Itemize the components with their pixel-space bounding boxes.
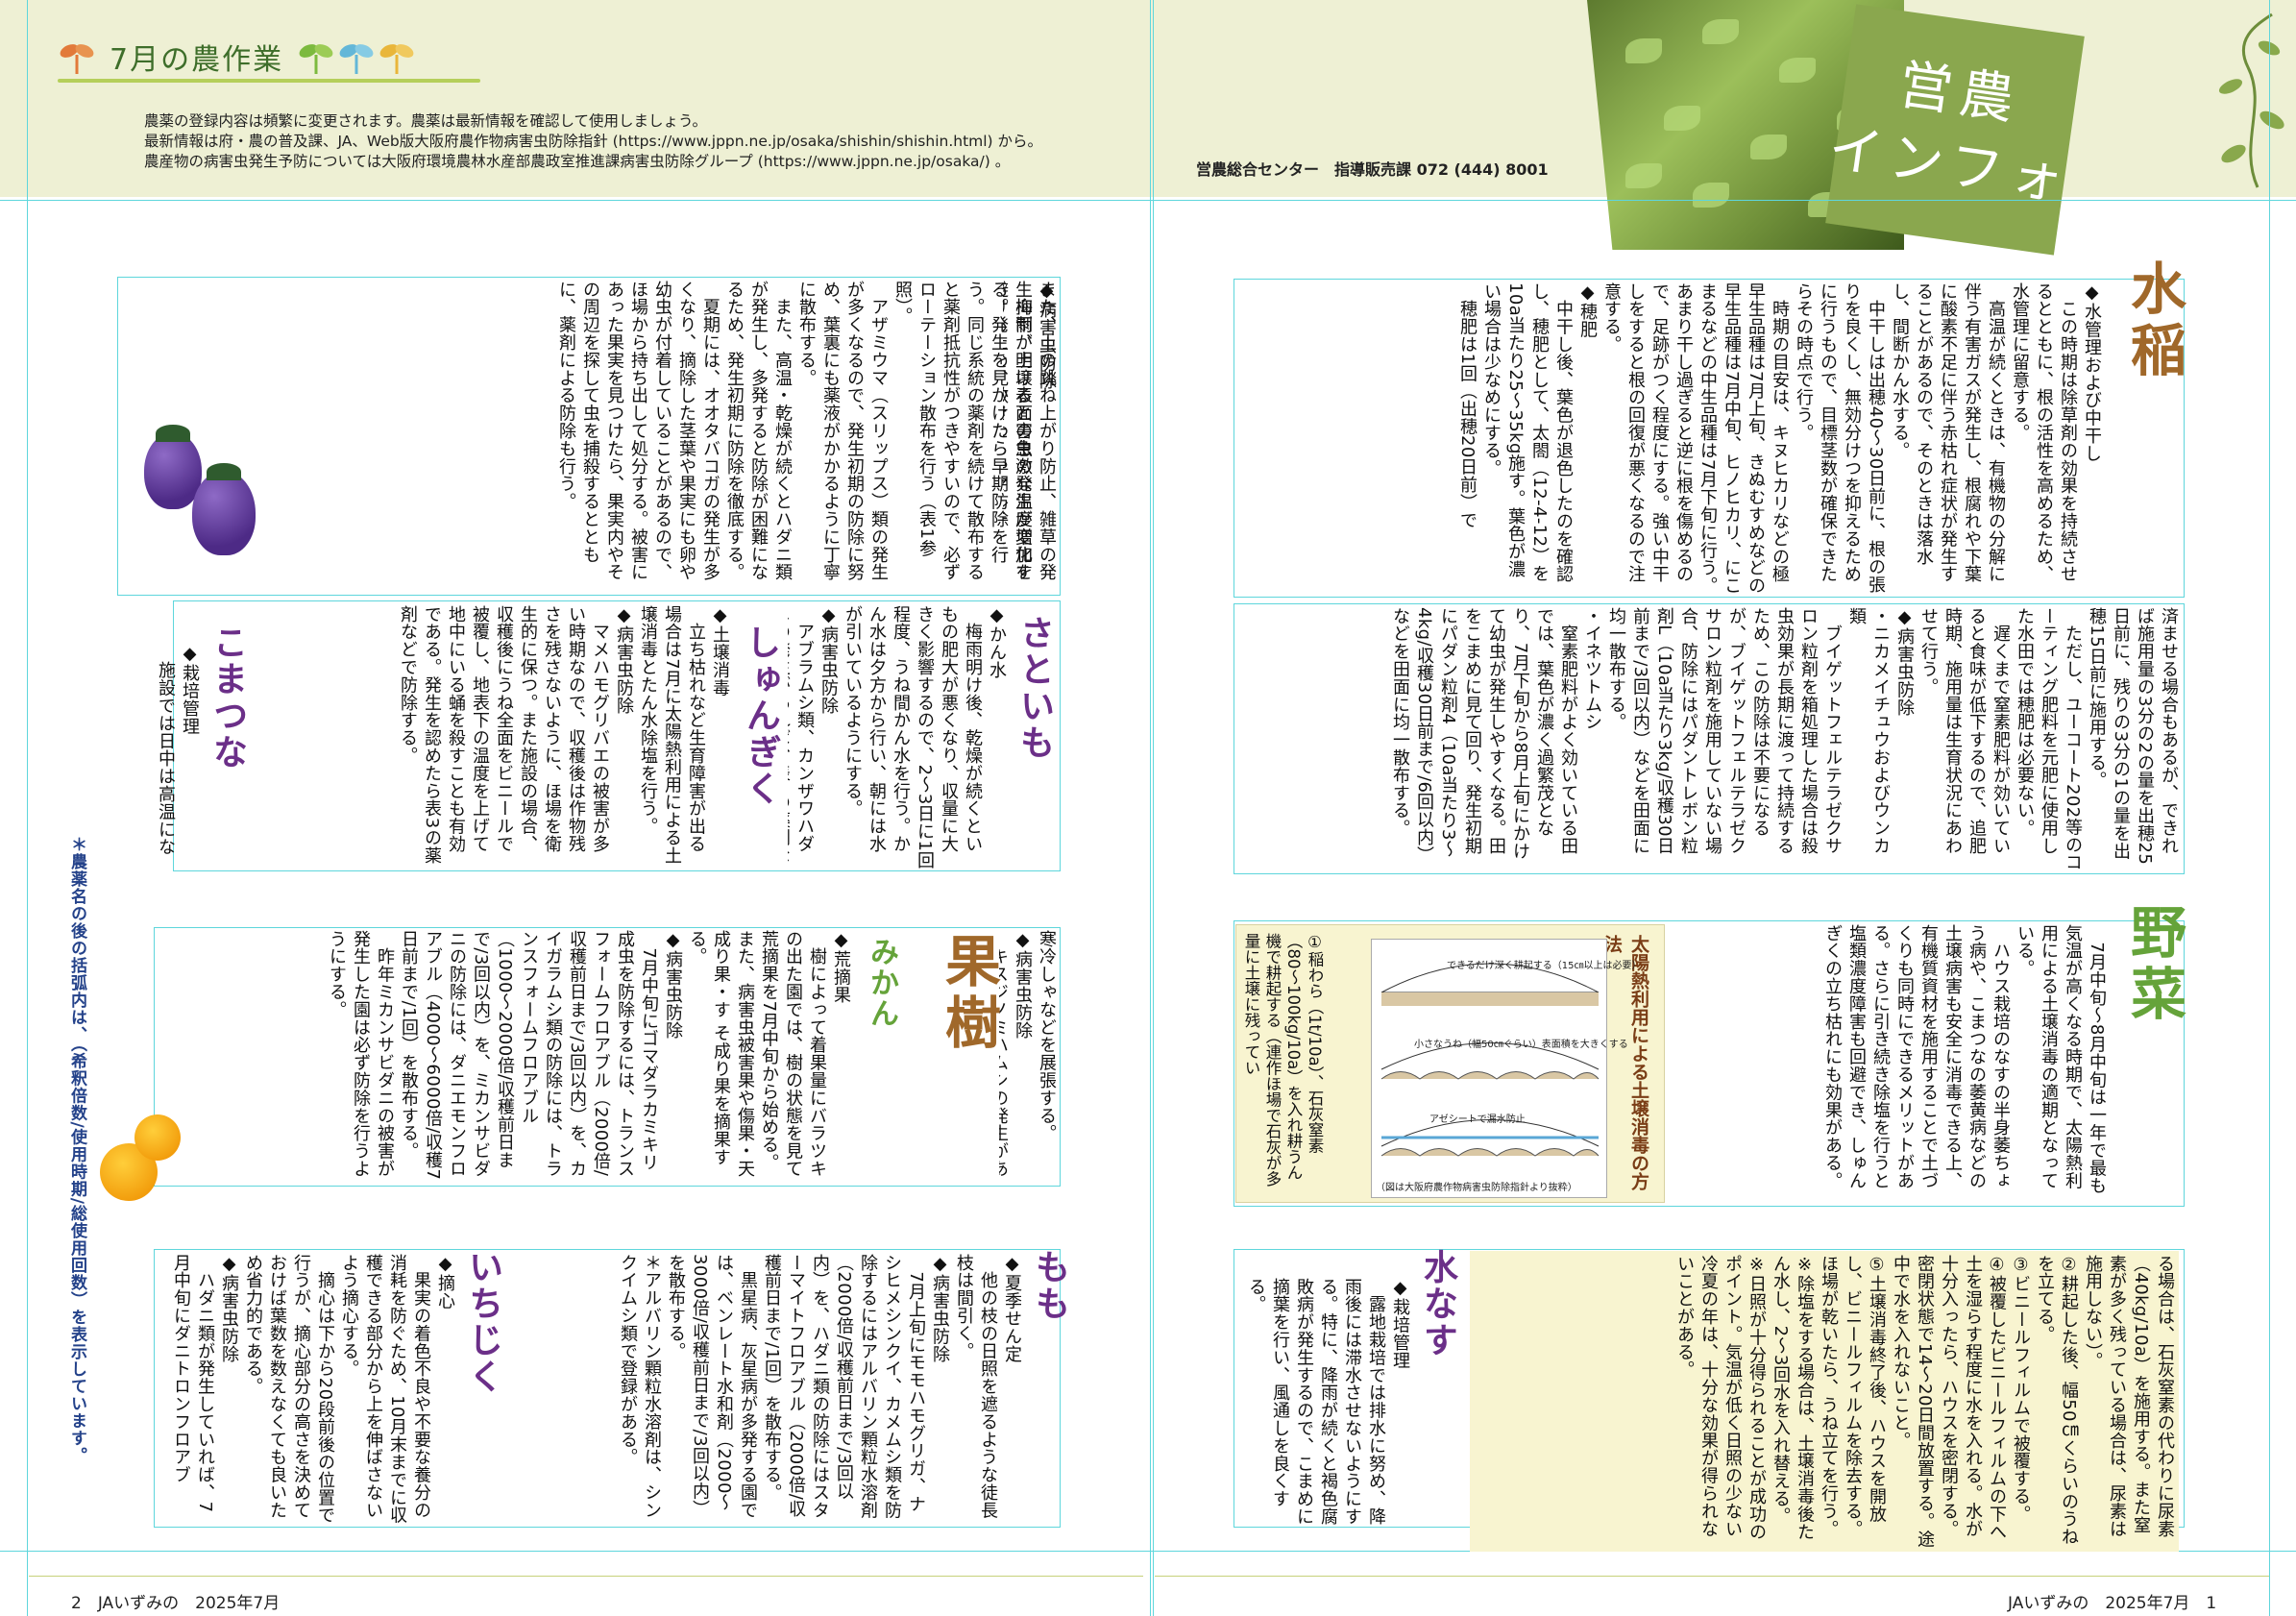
diagram-label: できるだけ深く耕起する（15㎝以上は必要） [1447, 961, 1642, 971]
sprout-icon [60, 44, 94, 74]
footer-left: 2 JAいずみの 2025年7月 [71, 1594, 281, 1613]
diagram-label: 小さなうね（幅50㎝ぐらい）表面積を大きくする [1414, 1040, 1628, 1050]
momo-text: ◆夏季せん定 他の枝の日照を遮るような徒長枝は間引く。 ◆病害虫防除 7月上旬に… [618, 1254, 1022, 1519]
solar-step1: ①稲わら（1t/10a）、石灰窒素（80〜100kg/10a）を入れ耕うん機で耕… [1242, 933, 1324, 1187]
heading-satoimo: さといも [1014, 615, 1054, 761]
eggplant-mulch-text: また、土の跳ね上がり防止、雑草の発生抑制、土壌表面の急激な温度変化を避けるため、… [1003, 281, 1057, 581]
guide-line [1150, 0, 1151, 1616]
heading-komatsuna: こまつな [208, 624, 247, 771]
diagram-label: アゼシートで漏水防止 [1429, 1114, 1526, 1125]
heading-mikan: みかん [865, 937, 898, 1029]
yasai-text: 7月中旬〜8月中旬は一年で最も気温が高くなる時期で、太陽熱利用による土壌消毒の適… [1822, 924, 2107, 1195]
eino-info-badge: 営農 インフォ [1824, 4, 2085, 256]
pesticide-footnote: ＊農薬名の後の括弧内は、（希釈倍数/使用時期/総使用回数）を表示しています。 [67, 836, 86, 1464]
heading-suito: 水稲 [2121, 259, 2186, 382]
komatsuna-text: ◆栽培管理 施設では日中は高温になるのでハウスの屋根に遮光ネット、 [156, 644, 200, 856]
solar-diagram: できるだけ深く耕起する（15㎝以上は必要） 小さなうね（幅50㎝ぐらい）表面積を… [1371, 939, 1642, 1198]
heading-ichijiku: いちじく [463, 1249, 502, 1395]
page-title-bar: 7月の農作業 [58, 35, 422, 79]
footer-right: JAいずみの 2025年7月 1 [2008, 1594, 2217, 1613]
heading-mizunasu: 水なす [1418, 1249, 1457, 1359]
shungiku-text: ◆土壌消毒 立ち枯れなど生育障害が出る場合は7月に太陽熱利用による土壌消毒とたん… [398, 605, 730, 865]
vine-decoration-icon [2218, 12, 2284, 188]
pesticide-notice: 農薬の登録内容は頻繁に変更されます。農薬は最新情報を確認して使用しましょう。 最… [144, 111, 1042, 172]
heading-yasai: 野菜 [2121, 903, 2186, 1026]
heading-shungiku: しゅんぎく [741, 624, 780, 807]
heading-kaju: 果樹 [936, 932, 1001, 1055]
guide-line [27, 0, 28, 1616]
badge-line2: インフォ [1824, 117, 2076, 214]
citrus-icon [134, 1114, 181, 1161]
soil-diagram-icon [1380, 963, 1600, 1157]
footer-rule [29, 1576, 1143, 1577]
guide-line [2269, 0, 2270, 1616]
eggplant-stem-icon [207, 463, 241, 480]
solar-disinfection-box: 太陽熱利用による土壌消毒の方法 ①稲わら（1t/10a）、石灰窒素（80〜100… [1235, 924, 1665, 1203]
guide-line [0, 200, 2296, 201]
solar-steps-text: る場合は、石灰窒素の代わりに尿素（40kg/10a）を施用する。また窒素が多く残… [1674, 1255, 2175, 1548]
mizunasu-text: ◆栽培管理 露地栽培では排水に努め、降雨後には滞水させないようにする。特に、降雨… [1246, 1278, 1410, 1526]
notice-line: 最新情報は府・農の普及課、JA、Web版大阪府農作物病害虫防除指針 (https… [144, 133, 1043, 150]
diagram-caption: （図は大阪府農作物病害虫防除指針より抜粋） [1376, 1183, 1577, 1193]
notice-line: 農薬の登録内容は頻繁に変更されます。農薬は最新情報を確認して使用しましょう。 [144, 112, 708, 130]
guide-line [1153, 0, 1154, 1616]
sprouts-row-icon [299, 44, 414, 74]
eggplant-icon [192, 471, 256, 555]
ichijiku-text: ◆摘心 果実の着色不良や不要な養分の消耗を防ぐため、10月末までに収穫できる部分… [171, 1254, 455, 1525]
eggplant-stem-icon [156, 425, 190, 442]
page-title: 7月の農作業 [110, 43, 284, 77]
suito-text: ◆水管理および中干し この時期は除草剤の効果を持続させるとともに、根の活性を高め… [1457, 282, 2102, 595]
footer-rule [1155, 1576, 2269, 1577]
suito-cont-text: 済ませる場合もあるが、できれば施用量の3分の2の量を出穂25日前に、残りの3分の… [1390, 607, 2179, 871]
heading-momo: もも [1030, 1249, 1069, 1322]
title-underline [58, 79, 480, 83]
eggplant-pest-text: ◆病害虫防除 梅雨が明けると害虫の発生が増加する。発生を見かけたら早期防除を行う… [556, 281, 1057, 581]
mikan-text: ◆荒摘果 樹によって着果量にバラツキの出た園では、樹の状態を見て荒摘果を7月中旬… [327, 930, 851, 1181]
notice-line: 農産物の病害虫発生予防については大阪府環境農林水産部農政室推進課病害虫防除グルー… [144, 153, 1011, 170]
satoimo-text: ◆かん水 梅雨明け後、乾燥が続くといもの肥大が悪くなり、収量に大きく影響するので… [788, 605, 1007, 869]
contact-info: 営農総合センター 指導販売課 072 (444) 8001 [1196, 160, 1549, 179]
